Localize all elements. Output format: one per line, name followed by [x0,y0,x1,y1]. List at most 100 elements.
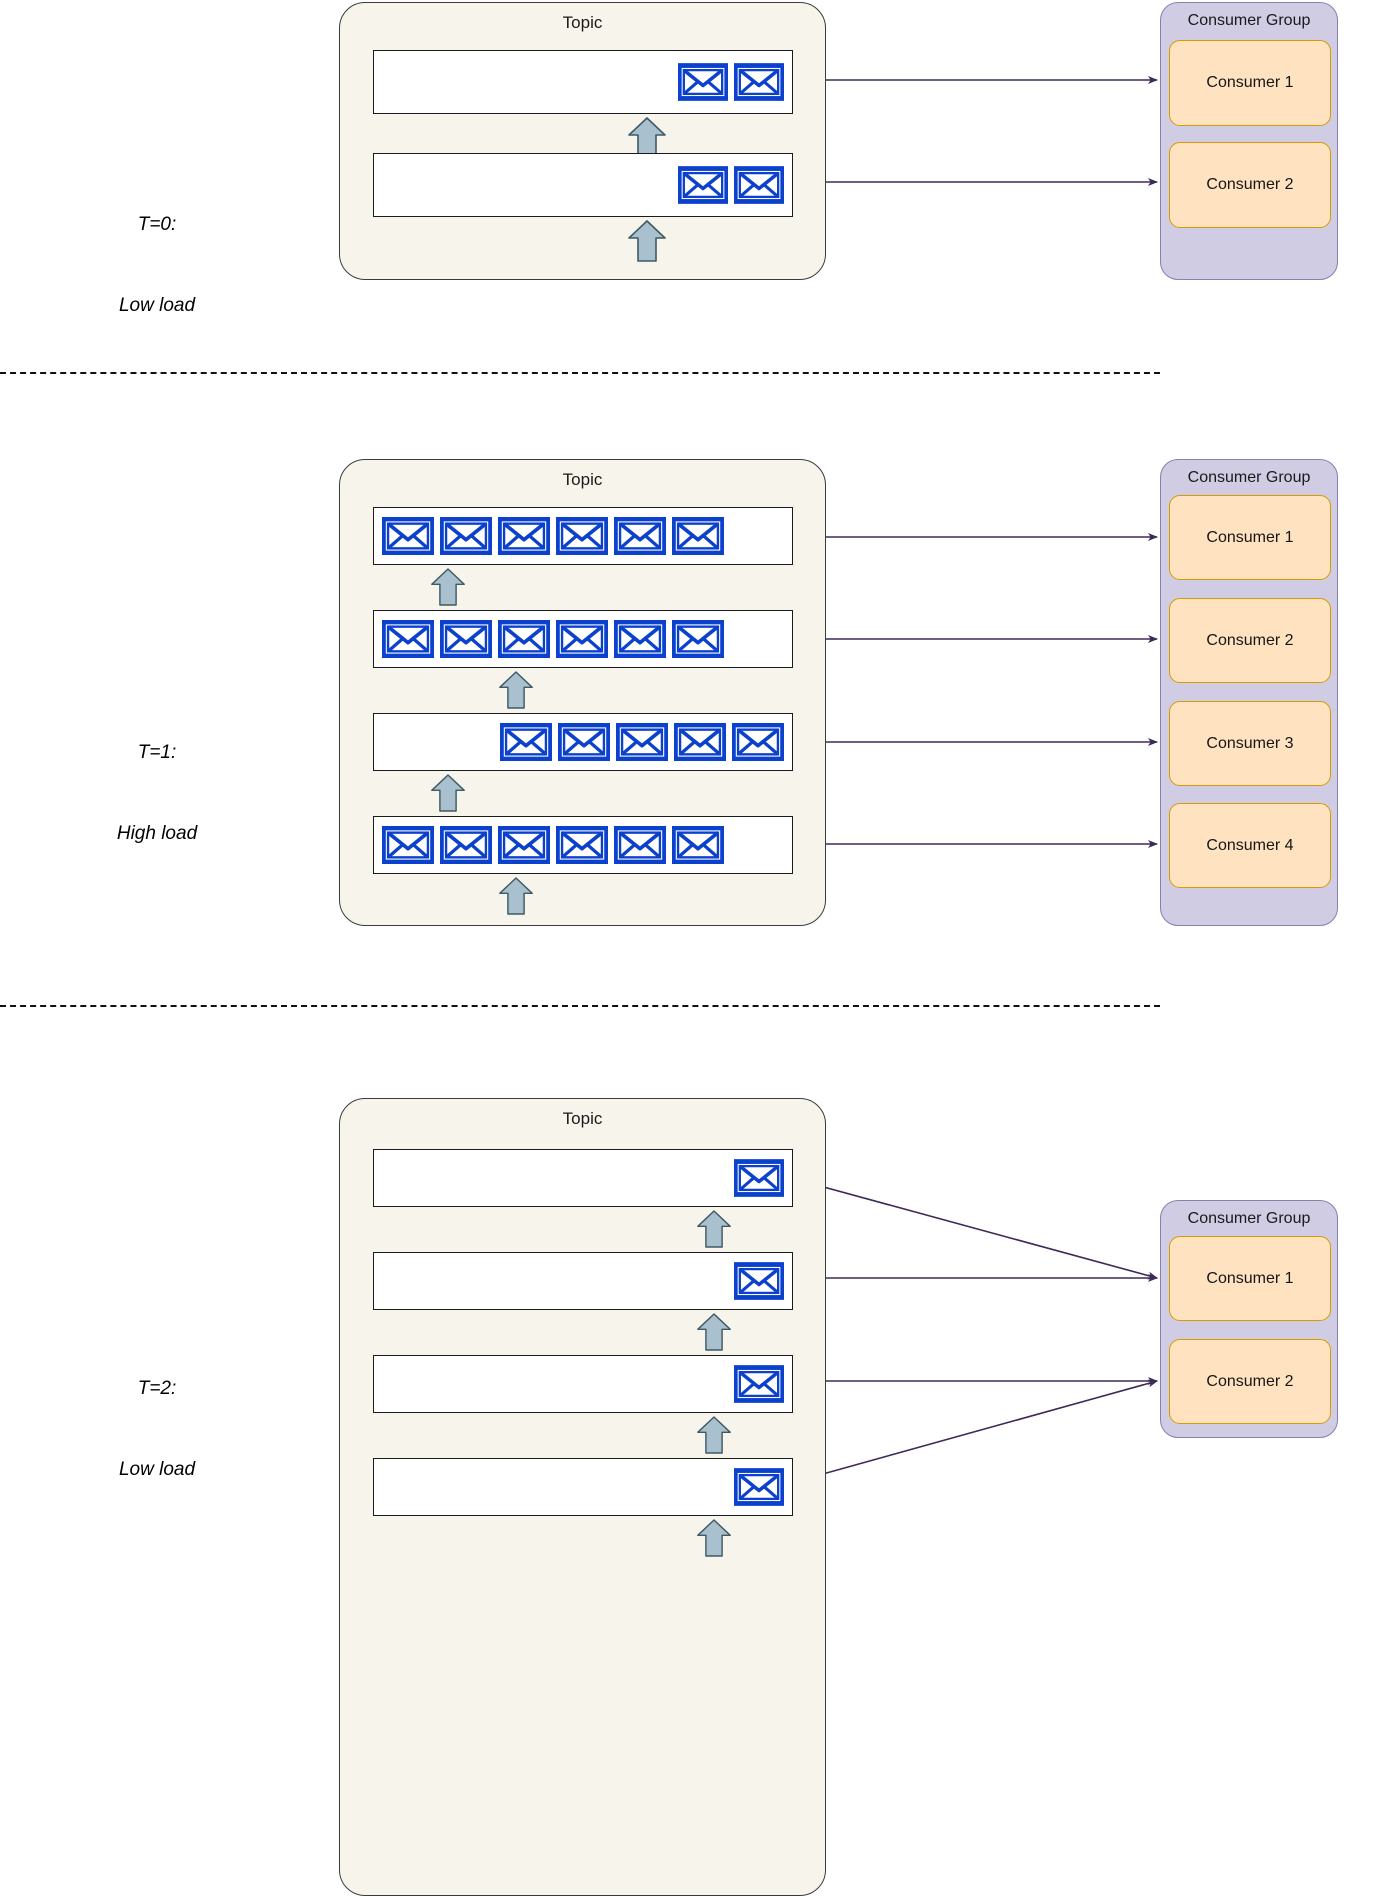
partition-row-t0-2 [373,153,793,217]
consumer-group-title-t0: Consumer Group [1187,12,1311,29]
envelope-icon [616,723,668,761]
consumer-t1-3[interactable]: Consumer 3 [1169,701,1331,786]
envelope-icon [734,1261,784,1301]
envelope-icon [382,517,434,555]
links-t0 [787,76,1158,186]
envelope-icon [440,826,492,864]
envelope-icon [440,517,492,555]
message-strip-t0-1 [678,63,784,101]
producer-arrow-t2-2 [696,1312,732,1352]
envelope-icon [382,620,434,658]
links-t1 [787,533,1158,848]
envelope-icon [558,723,610,761]
envelope-icon [672,826,724,864]
stage-label-t0-line1: T=0: [137,213,177,235]
message-strip-t1-4 [382,826,724,864]
producer-arrow-t1-3 [430,773,466,813]
stage-label-t0: T=0: Low load [37,158,277,374]
envelope-icon [678,166,728,204]
consumer-label: Consumer 1 [1206,528,1294,546]
envelope-icon [498,517,550,555]
message-strip-t2-1 [734,1158,784,1198]
topic-box-t0: Topic [339,2,826,280]
producer-arrow-t1-2 [498,670,534,710]
topic-title-t2: Topic [562,1109,603,1128]
diagram-canvas: T=0: Low load Topic Consumer Group Consu… [0,0,1400,1896]
envelope-icon [556,620,608,658]
envelope-icon [382,826,434,864]
consumer-label: Consumer 2 [1206,1372,1294,1390]
topic-box-t1: Topic [339,459,826,926]
links-t2 [786,1176,1158,1485]
consumer-label: Consumer 1 [1206,74,1294,91]
consumer-t1-1[interactable]: Consumer 1 [1169,495,1331,580]
envelope-icon [674,723,726,761]
producer-arrow-t1-1 [430,567,466,607]
envelope-icon [614,826,666,864]
partition-row-t1-3 [373,713,793,771]
consumer-group-t2: Consumer Group Consumer 1 Consumer 2 [1160,1200,1338,1438]
message-strip-t0-2 [678,166,784,204]
stage-label-t0-line2: Low load [118,294,196,316]
envelope-icon [678,63,728,101]
partition-row-t2-4 [373,1458,793,1516]
envelope-icon [732,723,784,761]
consumer-group-title-t2: Consumer Group [1187,1210,1311,1227]
stage-label-t2-line2: Low load [118,1458,196,1480]
envelope-icon [500,723,552,761]
consumer-label: Consumer 2 [1206,631,1294,649]
producer-arrow-t0-2 [627,219,667,263]
envelope-icon [734,1467,784,1507]
section-separator-2 [0,1005,1160,1007]
stage-label-t1-line2: High load [116,822,198,844]
envelope-icon [614,517,666,555]
envelope-icon [498,826,550,864]
consumer-group-title-t1: Consumer Group [1187,469,1311,486]
topic-title-t0: Topic [562,13,603,32]
stage-label-t1: T=1: High load [37,686,277,902]
envelope-icon [614,620,666,658]
message-strip-t2-2 [734,1261,784,1301]
stage-label-t1-line1: T=1: [137,741,177,763]
topic-title-t1: Topic [562,470,603,489]
section-separator-1 [0,372,1160,374]
envelope-icon [734,166,784,204]
envelope-icon [498,620,550,658]
consumer-group-t0: Consumer Group Consumer 1 Consumer 2 [1160,2,1338,280]
envelope-icon [734,1364,784,1404]
envelope-icon [556,826,608,864]
consumer-t1-4[interactable]: Consumer 4 [1169,803,1331,888]
partition-row-t1-1 [373,507,793,565]
partition-row-t2-1 [373,1149,793,1207]
producer-arrow-t1-4 [498,876,534,916]
producer-arrow-t2-3 [696,1415,732,1455]
consumer-t2-1[interactable]: Consumer 1 [1169,1236,1331,1321]
producer-arrow-t2-1 [696,1209,732,1249]
envelope-icon [672,517,724,555]
partition-row-t2-2 [373,1252,793,1310]
envelope-icon [734,63,784,101]
message-strip-t2-3 [734,1364,784,1404]
partition-row-t2-3 [373,1355,793,1413]
consumer-label: Consumer 4 [1206,836,1294,854]
message-strip-t1-2 [382,620,724,658]
message-strip-t2-4 [734,1467,784,1507]
message-strip-t1-1 [382,517,724,555]
topic-box-t2: Topic [339,1098,826,1896]
consumer-t1-2[interactable]: Consumer 2 [1169,598,1331,683]
partition-row-t0-1 [373,50,793,114]
consumer-label: Consumer 2 [1206,176,1294,193]
consumer-t0-2[interactable]: Consumer 2 [1169,142,1331,228]
message-strip-t1-3 [500,723,784,761]
consumer-label: Consumer 3 [1206,734,1294,752]
envelope-icon [734,1158,784,1198]
consumer-group-t1: Consumer Group Consumer 1 Consumer 2 Con… [1160,459,1338,926]
partition-row-t1-2 [373,610,793,668]
consumer-t0-1[interactable]: Consumer 1 [1169,40,1331,126]
consumer-label: Consumer 1 [1206,1269,1294,1287]
envelope-icon [440,620,492,658]
stage-label-t2: T=2: Low load [37,1322,277,1538]
partition-row-t1-4 [373,816,793,874]
producer-arrow-t2-4 [696,1518,732,1558]
consumer-t2-2[interactable]: Consumer 2 [1169,1339,1331,1424]
